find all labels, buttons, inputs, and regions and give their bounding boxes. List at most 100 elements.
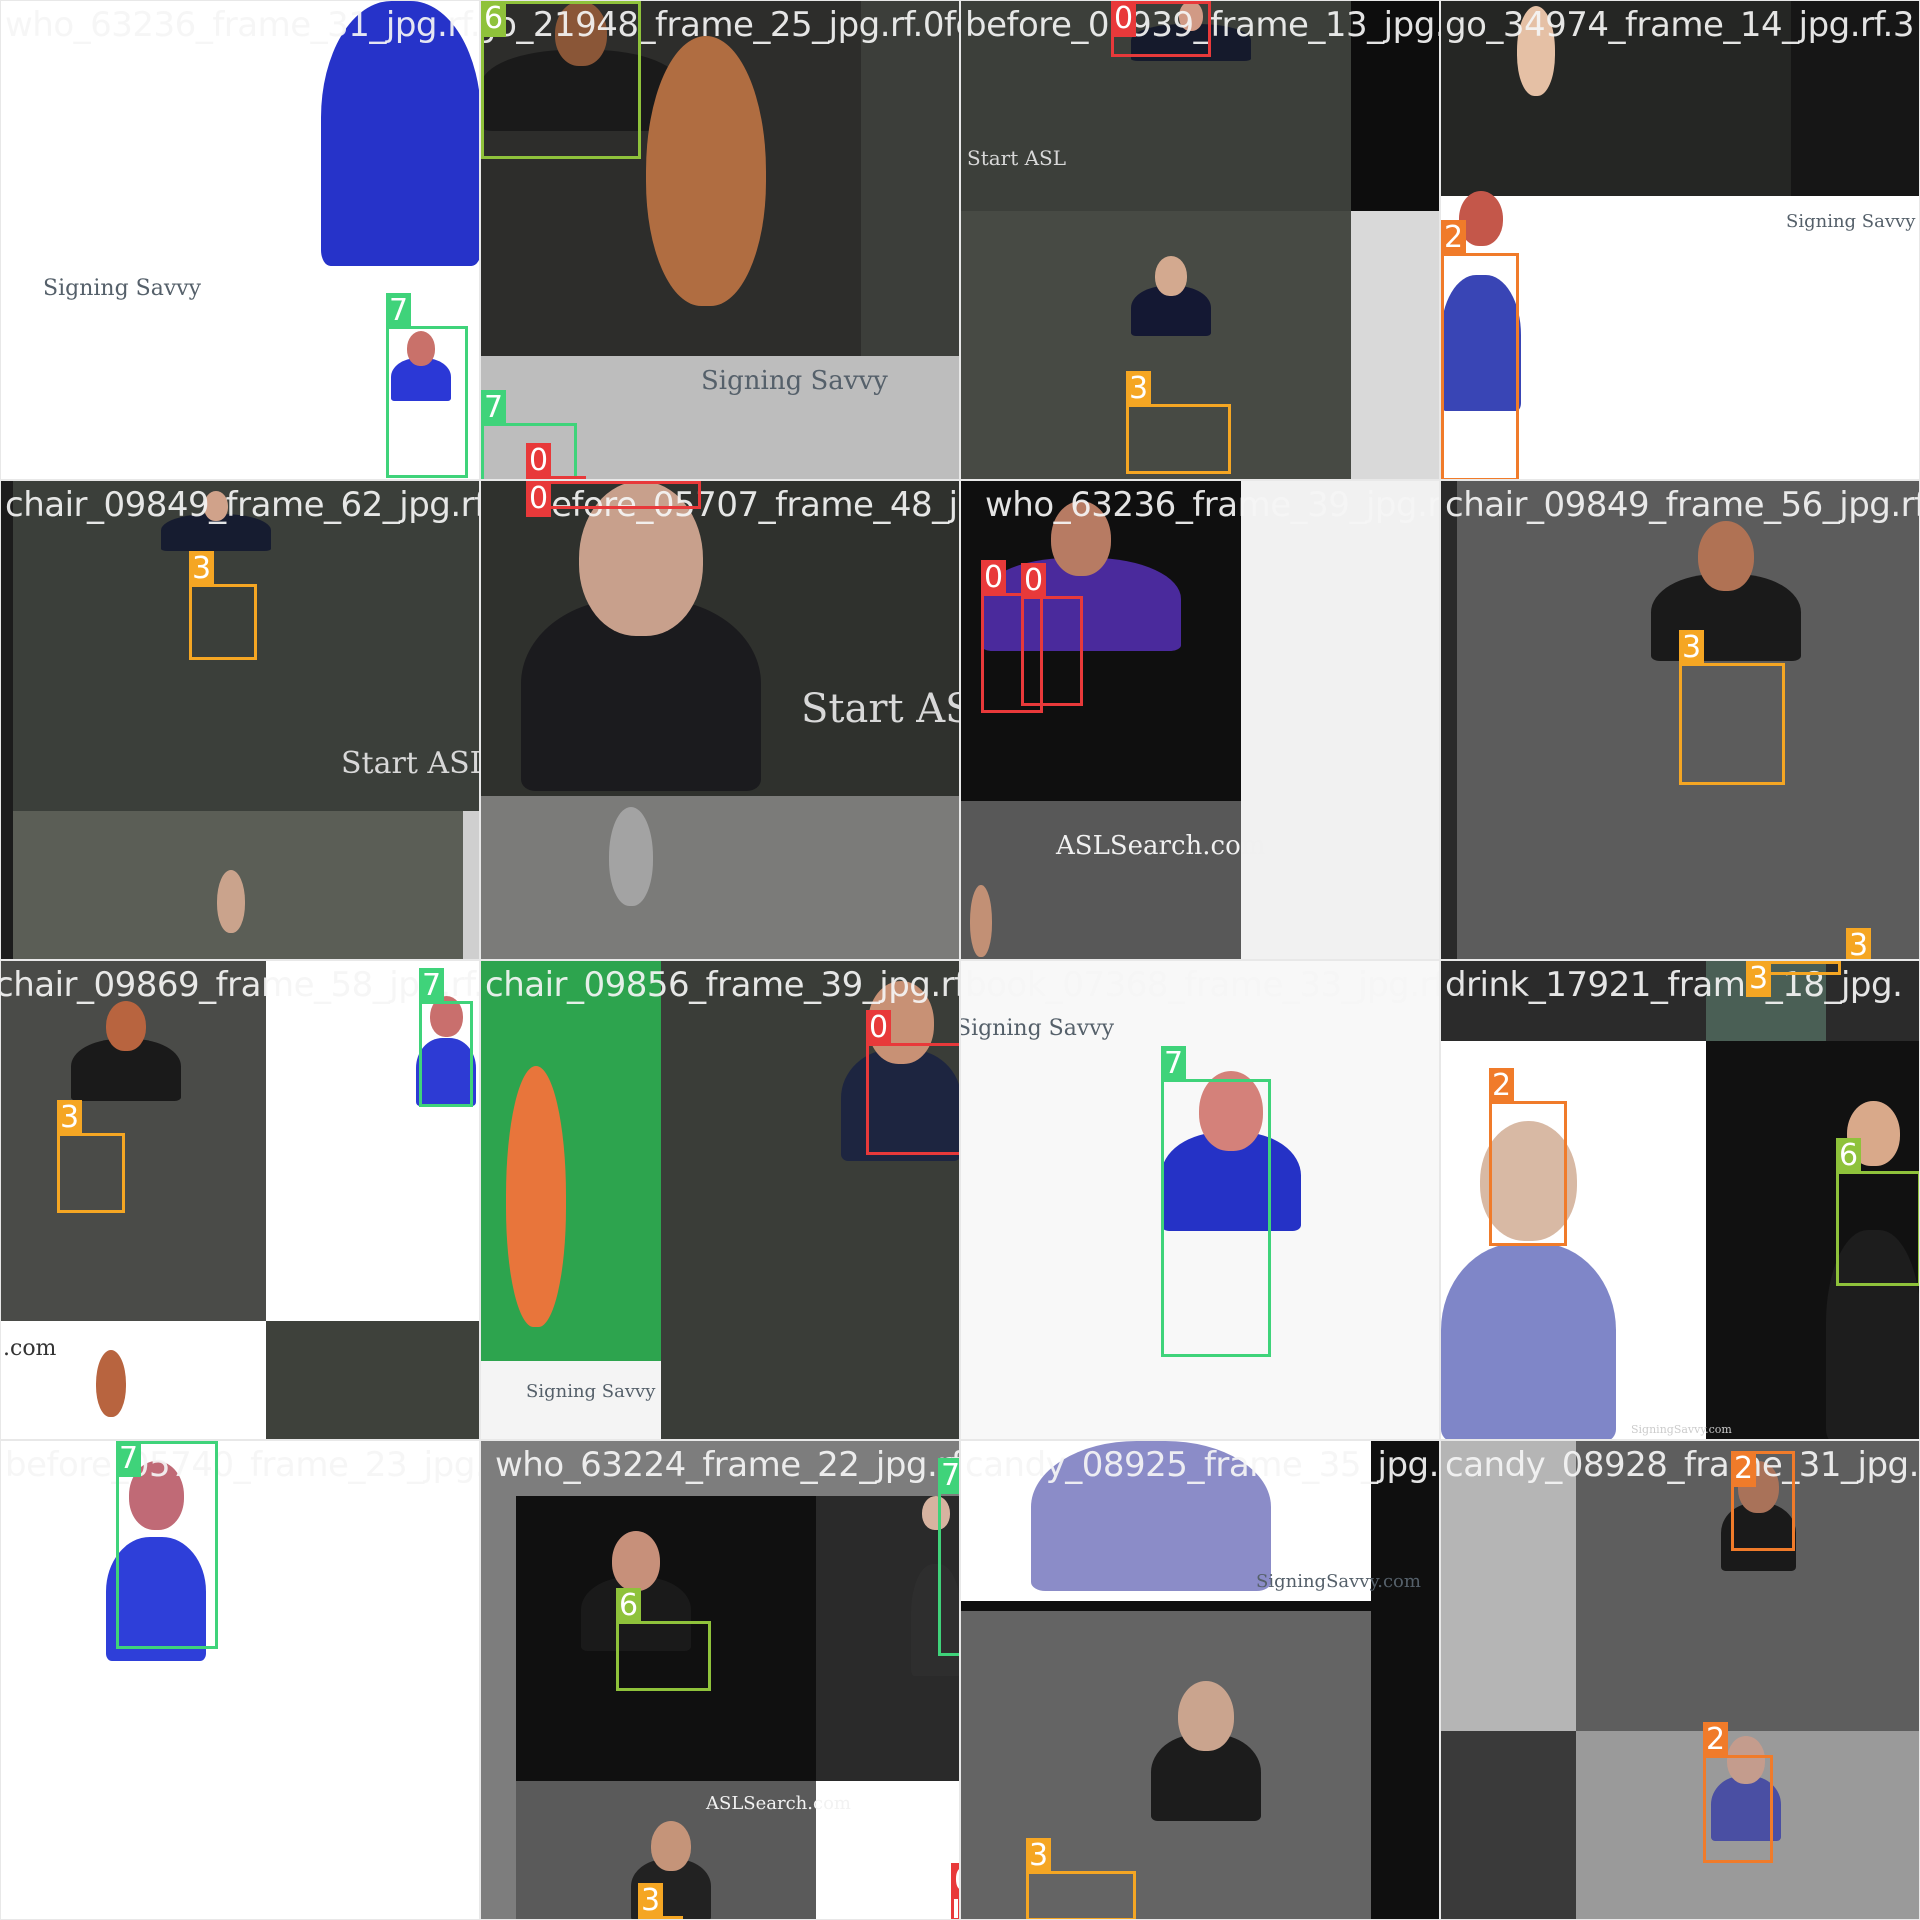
tile-filename-label: book_07368_frame_33_jpg.rf.10b5c3ed2 [965, 965, 1440, 1005]
signer-figure [1131, 256, 1211, 336]
watermark-text: Start ASL [967, 146, 1067, 170]
watermark-text: SigningSavvy.com [1631, 1423, 1732, 1436]
mosaic-tile: .com chair_09869_frame_58_jpg.rf. 3 7 [0, 960, 480, 1440]
detection-class-label: 3 [1126, 371, 1152, 407]
watermark-text: Signing Savvy [701, 366, 888, 396]
detection-box-class-3: 3 [1679, 630, 1785, 785]
signer-head [646, 36, 766, 306]
detection-class-label: 3 [638, 1883, 664, 1919]
mosaic-tile: SigningSavvy.com candy_08925_frame_35_jpg… [960, 1440, 1440, 1920]
detection-class-label: 6 [616, 1588, 642, 1624]
watermark-text: ASLSearch.com [706, 1793, 851, 1814]
detection-class-label: 2 [1489, 1068, 1515, 1104]
mosaic-tile: SigningSavvy.com drink_17921_frame_18_jpg… [1440, 960, 1920, 1440]
mosaic-tile: Start ASLbefore_07939_frame_13_jpg.rf.9a… [960, 0, 1440, 480]
signer-head [96, 1349, 126, 1418]
detection-box-class-7: 7 [1161, 1046, 1271, 1357]
tile-filename-label: candy_08925_frame_35_jpg.rf.ad8e1a9c [965, 1445, 1439, 1485]
detection-box-class-3: 3 [638, 1883, 683, 1919]
tile-filename-label: go_34974_frame_14_jpg.rf.3 [1445, 5, 1914, 45]
detection-box-class-0: 0 [526, 481, 701, 517]
tile-filename-label: chair_09849_frame_62_jpg.rf.26ef0f84d7 [5, 485, 479, 525]
tile-filename-label: candy_08928_frame_31_jpg.rf.05b3bc6 [1445, 1445, 1920, 1485]
detection-box-class-3: 3 [57, 1100, 125, 1213]
photo-region [266, 1321, 479, 1439]
detection-class-label: 6 [1836, 1138, 1862, 1174]
detection-box-class-2: 2 [1489, 1068, 1567, 1246]
photo-region [1441, 481, 1457, 959]
detection-box-class-0: 0 [1111, 1, 1211, 57]
watermark-text: Signing Savvy [43, 276, 202, 301]
detection-box-class-3: 3 [1026, 1838, 1136, 1919]
signer-head [1178, 1681, 1234, 1751]
signer-figure [961, 881, 1001, 959]
detection-class-label: 3 [1746, 961, 1772, 997]
photo-region [861, 1, 959, 356]
watermark-text: Signing Savvy [1786, 211, 1916, 232]
detection-class-label: 0 [1021, 563, 1047, 599]
detection-box-class-7: 7 [116, 1441, 218, 1649]
tile-filename-label: chair_09849_frame_56_jpg.rf.3 [1445, 485, 1920, 525]
detection-class-label: 6 [481, 1, 507, 37]
detection-box-class-7: 7 [386, 293, 468, 478]
tile-filename-label: chair_09856_frame_39_jpg.rf.c8ab1b5f6e [485, 965, 959, 1005]
mosaic-tile: ASLSearch.com who_63236_frame_39_jpg.rf.3… [960, 480, 1440, 960]
signer-head [612, 1531, 660, 1591]
detection-class-label: 7 [419, 968, 445, 1004]
photo-region [1, 1441, 479, 1919]
detection-class-label: 0 [951, 1863, 959, 1899]
tile-filename-label: who_63236_frame_39_jpg.rf.36f9c7e1a0 [985, 485, 1440, 525]
detection-box-class-0: 0 [1021, 563, 1083, 706]
mosaic-tile: Signing Savvy book_07368_frame_33_jpg.rf.… [960, 960, 1440, 1440]
detection-box-class-0: 0 [866, 1010, 959, 1155]
detection-class-label: 3 [1026, 1838, 1052, 1874]
tile-filename-label: chair_09869_frame_58_jpg.rf. [0, 965, 480, 1005]
detection-class-label: 2 [1731, 1451, 1757, 1487]
detection-box-class-6: 6 [616, 1588, 711, 1691]
watermark-text: Start ASL [341, 746, 480, 781]
detection-box-class-3: 3 [1126, 371, 1231, 474]
mosaic-tile: before_05740_frame_23_jpg.rf. 7 [0, 1440, 480, 1920]
detection-class-label: 7 [116, 1441, 142, 1477]
detection-class-label: 7 [481, 390, 507, 426]
detection-box-class-3: 3 [1746, 961, 1841, 997]
mosaic-tile: Signing Savvy go_21948_frame_25_jpg.rf.0f… [480, 0, 960, 480]
detection-box-class-2: 2 [1703, 1722, 1773, 1863]
tile-filename-label: who_63236_frame_31_jpg.rf.0fd25191b5bba8… [5, 5, 480, 45]
detection-class-label: 0 [866, 1010, 892, 1046]
mosaic-grid: Signing Savvy who_63236_frame_31_jpg.rf.0… [0, 0, 1920, 1920]
mosaic-tile: candy_08928_frame_31_jpg.rf.05b3bc622 [1440, 1440, 1920, 1920]
mosaic-tile: chair_09849_frame_56_jpg.rf.3 3 3 [1440, 480, 1920, 960]
watermark-text: Signing Savvy [526, 1381, 656, 1402]
signer-figure [201, 866, 261, 936]
detection-class-label: 7 [386, 293, 412, 329]
signer-head [970, 885, 992, 957]
tile-filename-label: before_05740_frame_23_jpg.rf. [5, 1445, 480, 1485]
detection-class-label: 7 [938, 1458, 959, 1494]
watermark-text: Signing Savvy [960, 1016, 1115, 1041]
detection-box-class-0: 0 [951, 1863, 959, 1919]
signer-figure [1151, 1681, 1261, 1821]
photo-region [961, 801, 1241, 959]
detection-class-label: 3 [1846, 928, 1872, 959]
detection-class-label: 0 [1111, 1, 1137, 37]
mosaic-tile: Start ASLbefore_05707_frame_48_jpg.rf.1e… [480, 480, 960, 960]
watermark-text: Start ASL [801, 686, 959, 732]
signer-head [609, 806, 653, 906]
detection-box-class-7: 7 [419, 968, 473, 1107]
detection-box-class-2: 2 [1731, 1451, 1795, 1551]
mosaic-tile: Signing Savvy chair_09856_frame_39_jpg.rf… [480, 960, 960, 1440]
photo-region [463, 811, 479, 959]
signer-head [1698, 521, 1754, 591]
detection-box-class-6: 6 [481, 1, 641, 159]
detection-class-label: 3 [57, 1100, 83, 1136]
tile-filename-label: who_63224_frame_22_jpg.rf.c02743d5 [495, 1445, 960, 1485]
signer-figure [71, 1001, 181, 1101]
photo-region [1, 481, 13, 959]
watermark-text: ASLSearch.com [1056, 831, 1266, 861]
detection-class-label: 0 [526, 481, 552, 517]
detection-class-label: 2 [1703, 1722, 1729, 1758]
watermark-text: .com [3, 1336, 57, 1361]
photo-region [1241, 481, 1439, 959]
signer-figure [81, 1346, 141, 1421]
